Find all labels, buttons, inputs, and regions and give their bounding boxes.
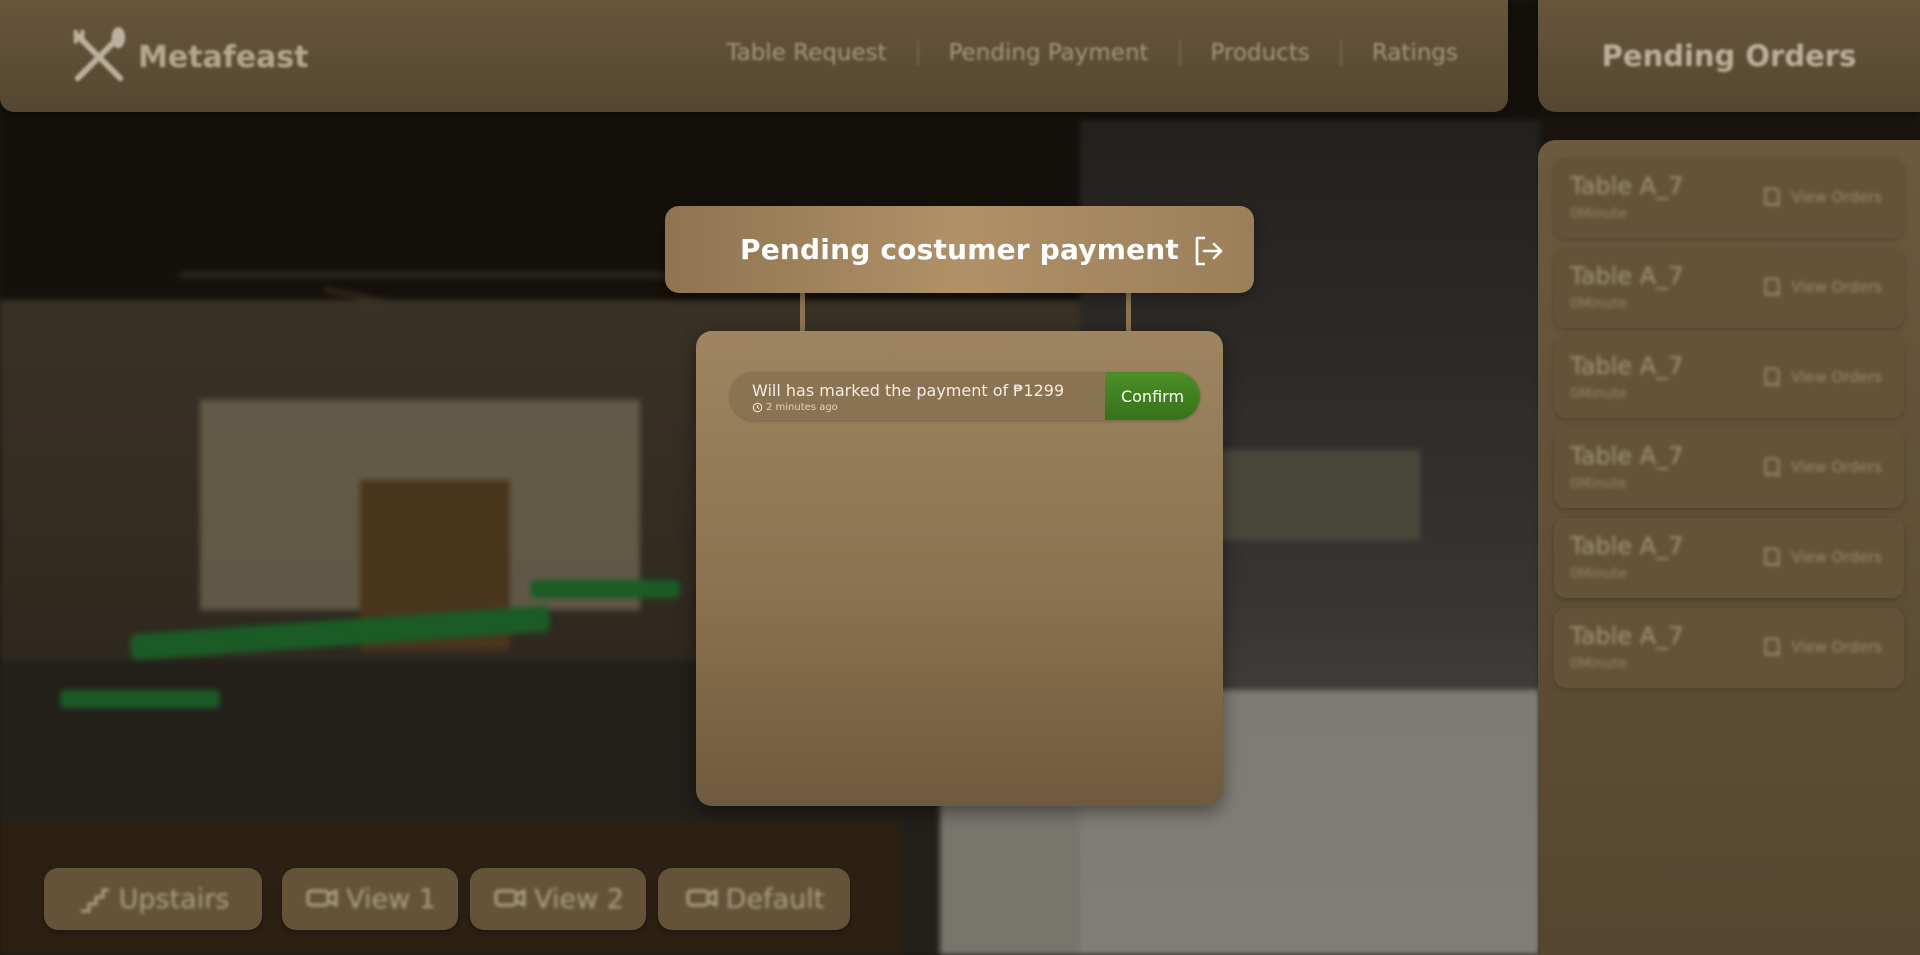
payment-notification: Will has marked the payment of ₱1299 2 m… [730,372,1200,420]
exit-icon[interactable] [1192,234,1226,268]
pending-payment-modal-header: Pending costumer payment [665,206,1254,293]
confirm-button[interactable]: Confirm [1105,372,1200,420]
modal-hanger-right [1126,292,1131,332]
pending-payment-modal-body: Will has marked the payment of ₱1299 2 m… [696,331,1223,806]
payment-time-label: 2 minutes ago [766,402,838,413]
history-clock-icon [752,402,763,413]
payment-message: Will has marked the payment of ₱1299 [752,381,1065,400]
modal-title: Pending costumer payment [740,233,1179,266]
modal-hanger-left [800,292,805,332]
payment-time: 2 minutes ago [752,402,838,413]
